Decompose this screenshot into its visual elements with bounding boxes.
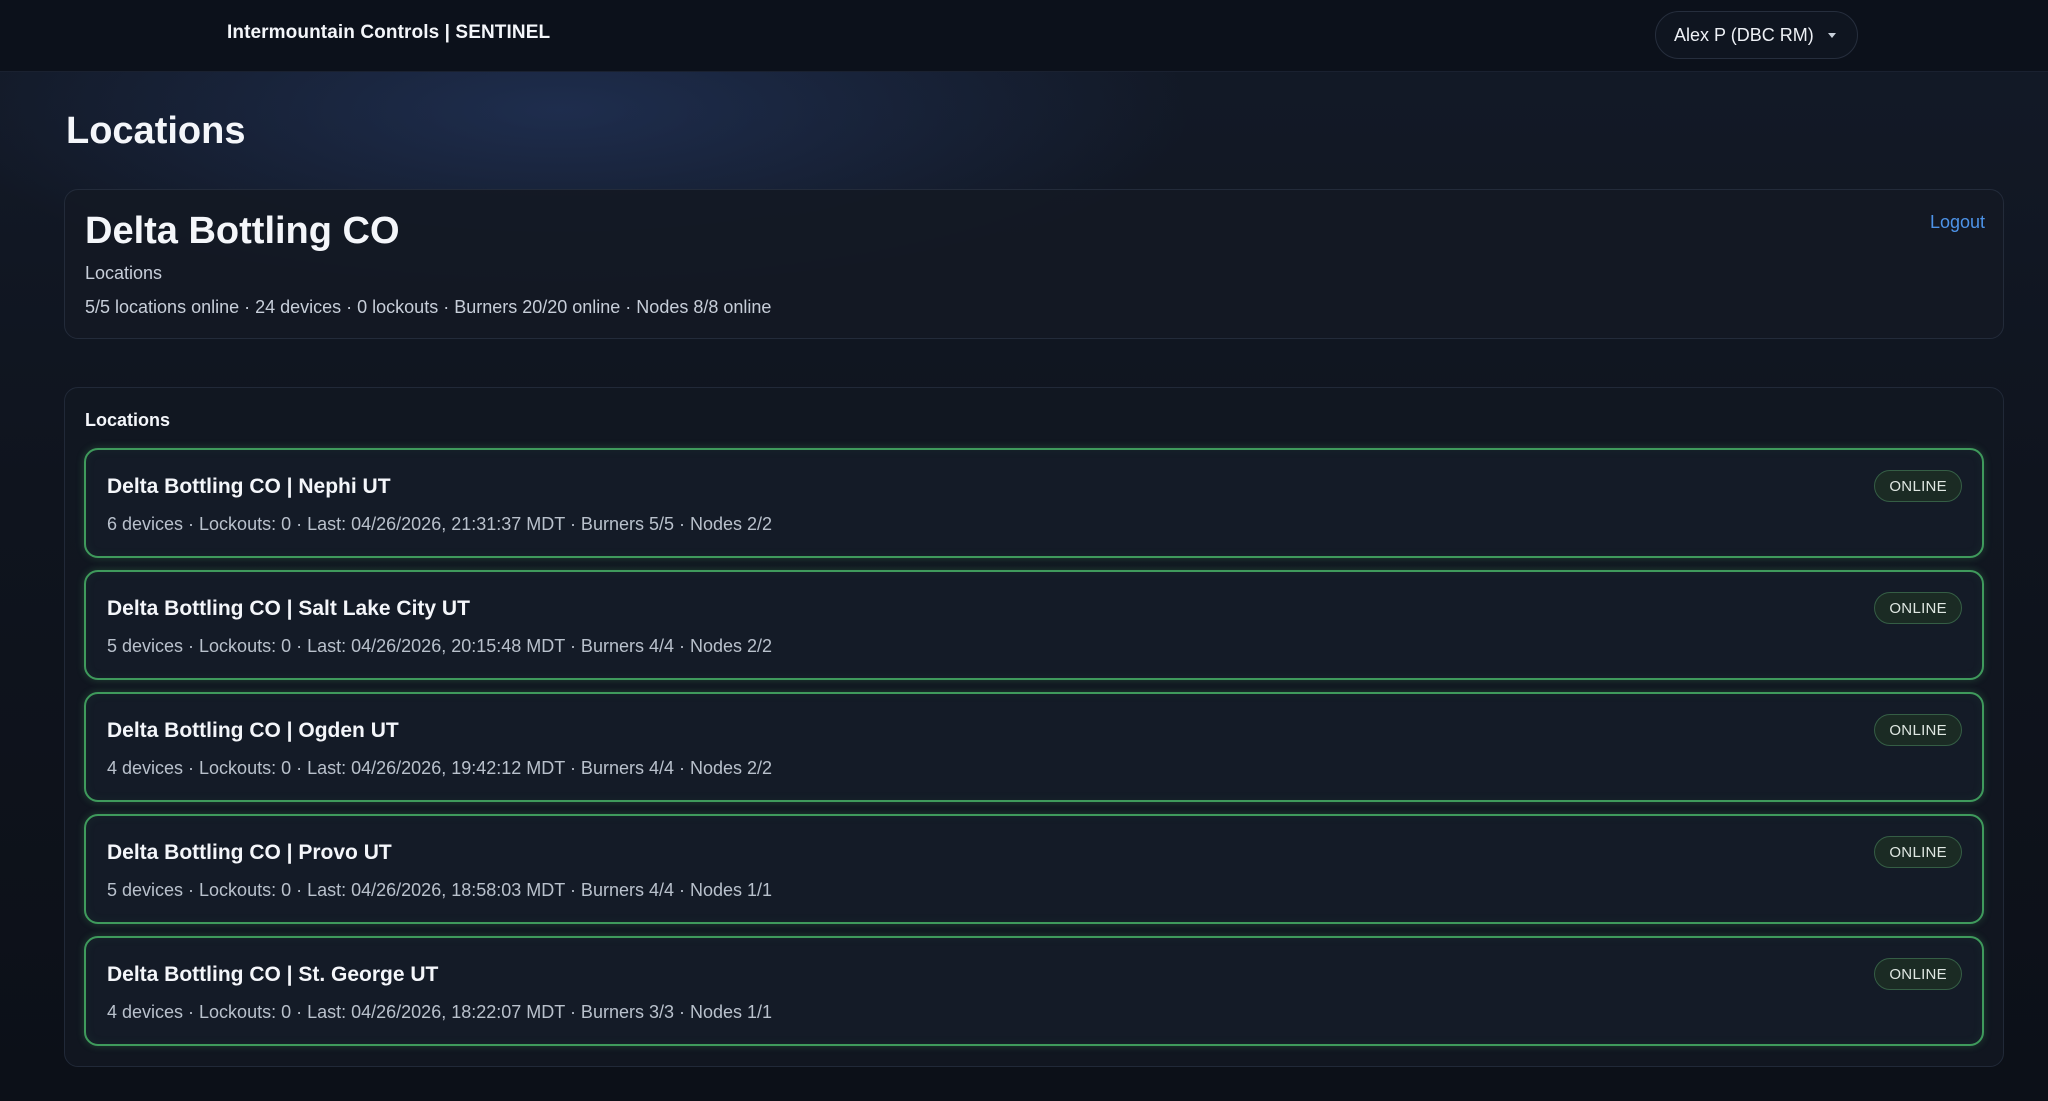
location-card[interactable]: Delta Bottling CO | Provo UT 5 devices ·… — [84, 814, 1984, 924]
caret-down-icon — [1827, 32, 1836, 38]
location-details: 6 devices · Lockouts: 0 · Last: 04/26/20… — [107, 514, 773, 534]
location-name: Delta Bottling CO | St. George UT — [107, 963, 439, 986]
user-menu-label: Alex P (DBC RM) — [1674, 24, 1814, 45]
status-badge: ONLINE — [1874, 958, 1962, 990]
app-brand[interactable]: Intermountain Controls | SENTINEL — [227, 22, 550, 44]
location-name: Delta Bottling CO | Salt Lake City UT — [107, 597, 470, 620]
location-card[interactable]: Delta Bottling CO | St. George UT 4 devi… — [84, 936, 1984, 1046]
status-badge: ONLINE — [1874, 470, 1962, 502]
page-title: Locations — [66, 110, 246, 152]
logout-link[interactable]: Logout — [1930, 212, 1985, 233]
location-name: Delta Bottling CO | Nephi UT — [107, 475, 391, 498]
top-navbar: Intermountain Controls | SENTINEL Alex P… — [0, 0, 2048, 72]
organization-subtitle: Locations — [85, 263, 163, 283]
organization-name: Delta Bottling CO — [85, 210, 400, 252]
location-card[interactable]: Delta Bottling CO | Nephi UT 6 devices ·… — [84, 448, 1984, 558]
organization-summary-card: Delta Bottling CO Locations 5/5 location… — [64, 189, 2004, 339]
location-details: 5 devices · Lockouts: 0 · Last: 04/26/20… — [107, 636, 773, 656]
location-details: 4 devices · Lockouts: 0 · Last: 04/26/20… — [107, 1002, 773, 1022]
locations-list: Delta Bottling CO | Nephi UT 6 devices ·… — [84, 448, 1984, 1058]
status-badge: ONLINE — [1874, 836, 1962, 868]
status-badge: ONLINE — [1874, 714, 1962, 746]
location-name: Delta Bottling CO | Ogden UT — [107, 719, 399, 742]
organization-stats: 5/5 locations online · 24 devices · 0 lo… — [85, 297, 772, 317]
user-menu-button[interactable]: Alex P (DBC RM) — [1655, 11, 1858, 59]
locations-heading: Locations — [85, 410, 171, 430]
location-card[interactable]: Delta Bottling CO | Ogden UT 4 devices ·… — [84, 692, 1984, 802]
location-details: 4 devices · Lockouts: 0 · Last: 04/26/20… — [107, 758, 773, 778]
location-card[interactable]: Delta Bottling CO | Salt Lake City UT 5 … — [84, 570, 1984, 680]
locations-panel: Locations Delta Bottling CO | Nephi UT 6… — [64, 387, 2004, 1067]
status-badge: ONLINE — [1874, 592, 1962, 624]
location-name: Delta Bottling CO | Provo UT — [107, 841, 392, 864]
location-details: 5 devices · Lockouts: 0 · Last: 04/26/20… — [107, 880, 773, 900]
